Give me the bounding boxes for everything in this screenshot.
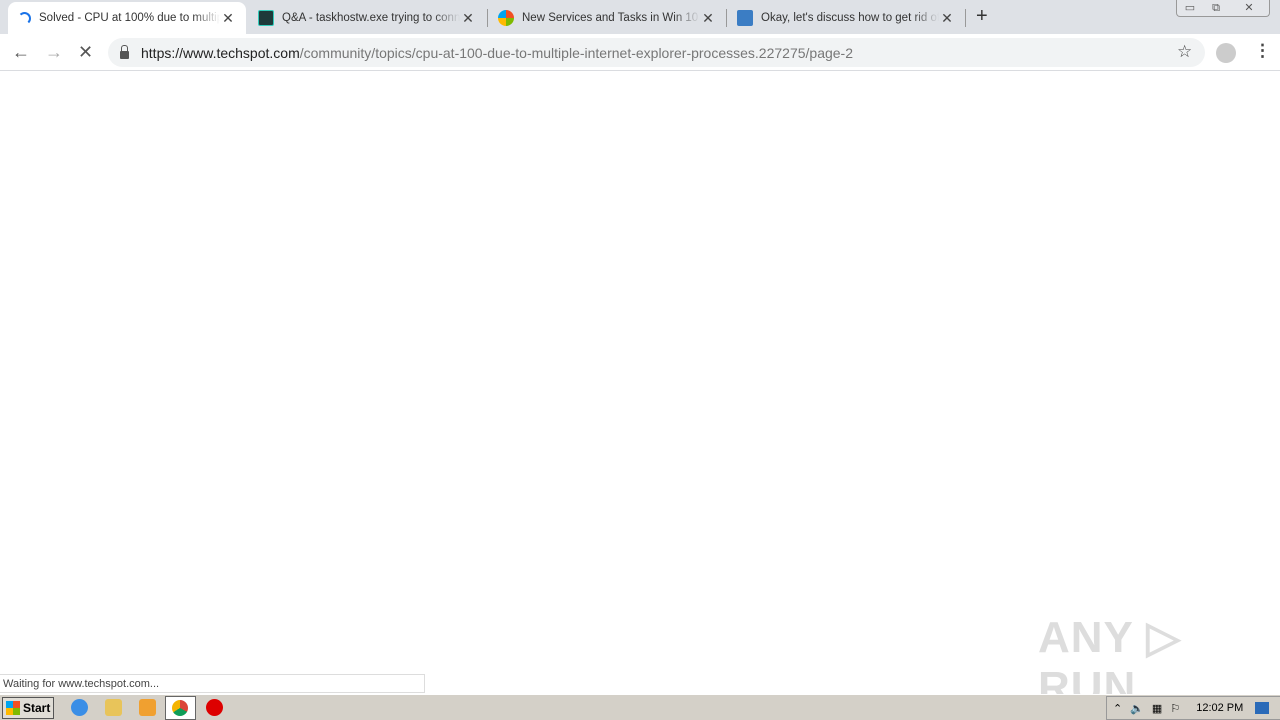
tab-solved-cpu[interactable]: Solved - CPU at 100% due to multiple ✕ (8, 2, 246, 34)
loading-spinner-icon (18, 11, 31, 25)
action-center-flag-icon[interactable]: ⚐ (1170, 702, 1180, 715)
restore-button[interactable]: ⧉ (1203, 0, 1229, 16)
lock-icon (120, 44, 129, 59)
url-host: https://www.techspot.com (141, 44, 300, 61)
status-bubble: Waiting for www.techspot.com... (0, 674, 425, 693)
stop-loading-button[interactable]: ✕ (78, 42, 93, 63)
file-explorer-icon[interactable] (105, 699, 122, 716)
taskbar: Start ⌃ 🔈 ▦ ⚐ 12:02 PM (0, 694, 1280, 720)
network-icon[interactable]: ▦ (1152, 702, 1162, 715)
tab-title: Q&A - taskhostw.exe trying to connect (282, 12, 460, 24)
browser-toolbar: ← → ✕ https://www.techspot.com/community… (0, 34, 1280, 71)
windows-logo-icon (498, 10, 514, 26)
tab-title: New Services and Tasks in Win 10 - Windo… (522, 12, 700, 24)
system-tray: ⌃ 🔈 ▦ ⚐ 12:02 PM (1106, 696, 1280, 720)
tab-qa-taskhostw[interactable]: Q&A - taskhostw.exe trying to connect ✕ (248, 2, 486, 34)
minimize-button[interactable]: ▭ (1177, 0, 1203, 16)
url-path: /community/topics/cpu-at-100-due-to-mult… (299, 44, 854, 61)
m-site-icon (737, 10, 753, 26)
close-tab-icon[interactable]: ✕ (700, 10, 716, 27)
close-tab-icon[interactable]: ✕ (220, 10, 236, 27)
chrome-icon (172, 700, 188, 716)
close-tab-icon[interactable]: ✕ (460, 10, 476, 27)
media-player-icon[interactable] (139, 699, 156, 716)
volume-icon[interactable]: 🔈 (1130, 702, 1144, 715)
close-window-button[interactable]: ✕ (1229, 0, 1269, 16)
tab-okay-discuss[interactable]: Okay, let's discuss how to get rid of ✕ (727, 2, 965, 34)
new-tab-button[interactable]: + (976, 5, 988, 28)
close-tab-icon[interactable]: ✕ (939, 10, 955, 27)
back-button[interactable]: ← (12, 42, 30, 63)
menu-icon[interactable]: ⋮ (1254, 41, 1271, 61)
forward-button[interactable]: → (45, 42, 63, 63)
tab-title: Okay, let's discuss how to get rid of (761, 12, 939, 24)
profile-avatar[interactable] (1216, 43, 1236, 63)
tab-strip: Solved - CPU at 100% due to multiple ✕ Q… (0, 0, 1280, 34)
windows-flag-icon (6, 701, 20, 715)
start-button[interactable]: Start (2, 697, 54, 719)
window-controls: ▭ ⧉ ✕ (1176, 0, 1270, 17)
chrome-taskbar-button[interactable] (165, 696, 196, 720)
tab-title: Solved - CPU at 100% due to multiple (39, 12, 220, 24)
tab-divider (965, 9, 966, 27)
address-bar[interactable]: https://www.techspot.com/community/topic… (108, 38, 1205, 67)
opera-icon[interactable] (206, 699, 223, 716)
tab-new-services[interactable]: New Services and Tasks in Win 10 - Windo… (488, 2, 726, 34)
show-desktop-icon[interactable] (1255, 702, 1270, 714)
clock[interactable]: 12:02 PM (1196, 702, 1243, 714)
show-hidden-icons-icon[interactable]: ⌃ (1113, 702, 1122, 715)
start-label: Start (23, 701, 51, 715)
bookmark-star-icon[interactable]: ☆ (1177, 42, 1192, 62)
qa-site-icon (258, 10, 274, 26)
internet-explorer-icon[interactable] (71, 699, 88, 716)
